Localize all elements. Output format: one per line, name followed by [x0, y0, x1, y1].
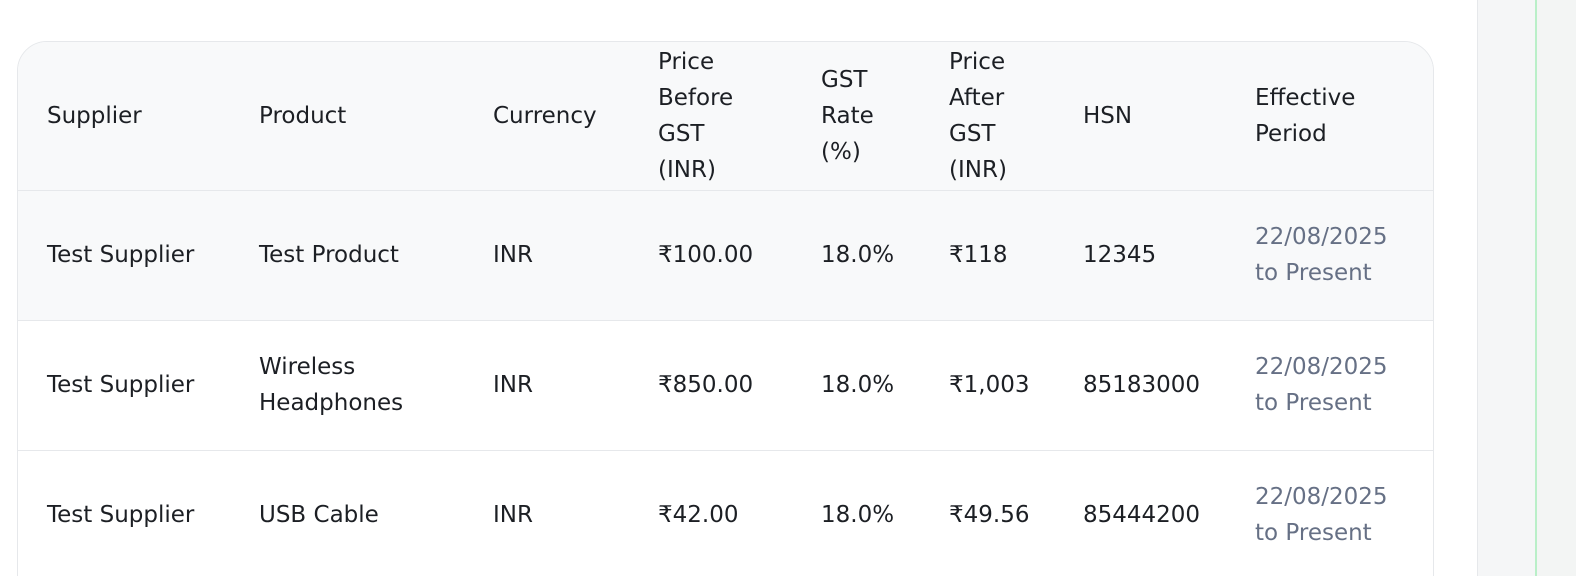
cell-price-before-gst: ₹100.00	[629, 190, 792, 321]
cell-price-after-gst: ₹1,003	[920, 320, 1054, 451]
cell-effective-period: 22/08/2025 to Present	[1226, 450, 1433, 576]
cell-hsn: 85183000	[1054, 320, 1226, 451]
column-header-currency[interactable]: Currency	[464, 42, 629, 191]
cell-currency: INR	[464, 450, 629, 576]
cell-supplier: Test Supplier	[18, 190, 230, 321]
table-body: Test Supplier Test Product INR ₹100.00 1…	[18, 190, 1433, 576]
column-header-supplier[interactable]: Supplier	[18, 42, 230, 191]
column-header-gst-rate[interactable]: GST Rate (%)	[792, 42, 920, 191]
cell-currency: INR	[464, 320, 629, 451]
main-content: Supplier Product Currency Price Before G…	[0, 0, 1477, 576]
cell-price-before-gst: ₹850.00	[629, 320, 792, 451]
right-side-panel	[1537, 0, 1576, 576]
cell-price-after-gst: ₹49.56	[920, 450, 1054, 576]
cell-product: Test Product	[230, 190, 464, 321]
cell-currency: INR	[464, 190, 629, 321]
column-header-product[interactable]: Product	[230, 42, 464, 191]
app-window: Supplier Product Currency Price Before G…	[0, 0, 1576, 576]
price-list-table: Supplier Product Currency Price Before G…	[18, 42, 1433, 576]
column-header-price-after-gst[interactable]: Price After GST (INR)	[920, 42, 1054, 191]
column-header-effective-period[interactable]: Effective Period	[1226, 42, 1433, 191]
cell-supplier: Test Supplier	[18, 320, 230, 451]
price-list-table-card: Supplier Product Currency Price Before G…	[17, 41, 1434, 576]
cell-gst-rate: 18.0%	[792, 450, 920, 576]
cell-supplier: Test Supplier	[18, 450, 230, 576]
cell-effective-period: 22/08/2025 to Present	[1226, 320, 1433, 451]
table-header-row: Supplier Product Currency Price Before G…	[18, 42, 1433, 191]
table-row[interactable]: Test Supplier USB Cable INR ₹42.00 18.0%…	[18, 450, 1433, 576]
table-header: Supplier Product Currency Price Before G…	[18, 42, 1433, 191]
table-row[interactable]: Test Supplier Wireless Headphones INR ₹8…	[18, 320, 1433, 451]
cell-price-after-gst: ₹118	[920, 190, 1054, 321]
table-row[interactable]: Test Supplier Test Product INR ₹100.00 1…	[18, 190, 1433, 321]
column-header-hsn[interactable]: HSN	[1054, 42, 1226, 191]
cell-price-before-gst: ₹42.00	[629, 450, 792, 576]
cell-gst-rate: 18.0%	[792, 320, 920, 451]
cell-hsn: 12345	[1054, 190, 1226, 321]
cell-hsn: 85444200	[1054, 450, 1226, 576]
cell-effective-period: 22/08/2025 to Present	[1226, 190, 1433, 321]
column-header-price-before-gst[interactable]: Price Before GST (INR)	[629, 42, 792, 191]
right-gutter	[1477, 0, 1535, 576]
cell-gst-rate: 18.0%	[792, 190, 920, 321]
cell-product: USB Cable	[230, 450, 464, 576]
cell-product: Wireless Headphones	[230, 320, 464, 451]
